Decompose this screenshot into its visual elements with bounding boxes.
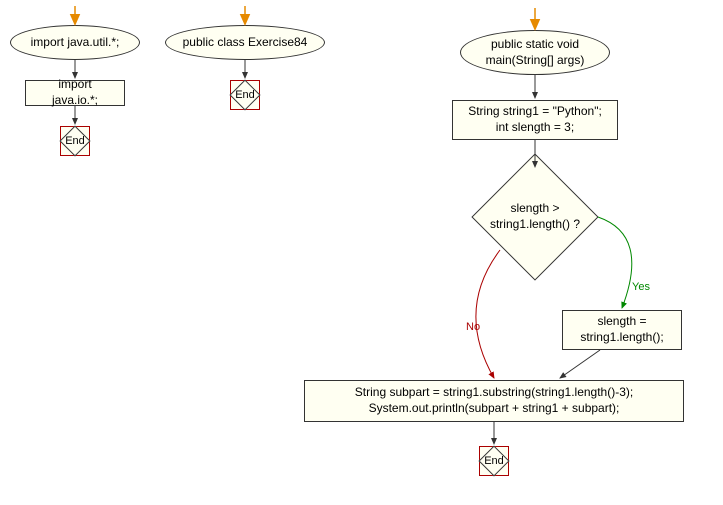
- flow3-rect-yes: slength = string1.length();: [562, 310, 682, 350]
- flow1-end-text: End: [60, 126, 90, 156]
- flow1-start-ellipse: import java.util.*;: [10, 25, 140, 60]
- flow2-start-text: public class Exercise84: [183, 35, 308, 51]
- edge-label-no: No: [466, 321, 480, 333]
- flow3-rect-init: String string1 = "Python"; int slength =…: [452, 100, 618, 140]
- flow2-start-ellipse: public class Exercise84: [165, 25, 325, 60]
- flow-arrows: [0, 0, 723, 505]
- flow1-rect-text: import java.io.*;: [34, 77, 116, 108]
- flow3-end-text: End: [479, 446, 509, 476]
- flow3-rect-final: String subpart = string1.substring(strin…: [304, 380, 684, 422]
- flow1-rect-import-io: import java.io.*;: [25, 80, 125, 106]
- flow3-start-text: public static void main(String[] args): [486, 37, 585, 68]
- flow3-decision-diamond: [471, 153, 598, 280]
- edge-label-yes: Yes: [632, 281, 650, 293]
- flow1-start-text: import java.util.*;: [31, 35, 120, 51]
- flow3-rect-init-text: String string1 = "Python"; int slength =…: [468, 104, 602, 135]
- flow2-end-node: End: [230, 80, 260, 110]
- flow3-start-ellipse: public static void main(String[] args): [460, 30, 610, 75]
- flow3-rect-final-text: String subpart = string1.substring(strin…: [355, 385, 633, 416]
- flow2-end-text: End: [230, 80, 260, 110]
- flow1-end-node: End: [60, 126, 90, 156]
- flow3-rect-yes-text: slength = string1.length();: [580, 314, 663, 345]
- flow3-end-node: End: [479, 446, 509, 476]
